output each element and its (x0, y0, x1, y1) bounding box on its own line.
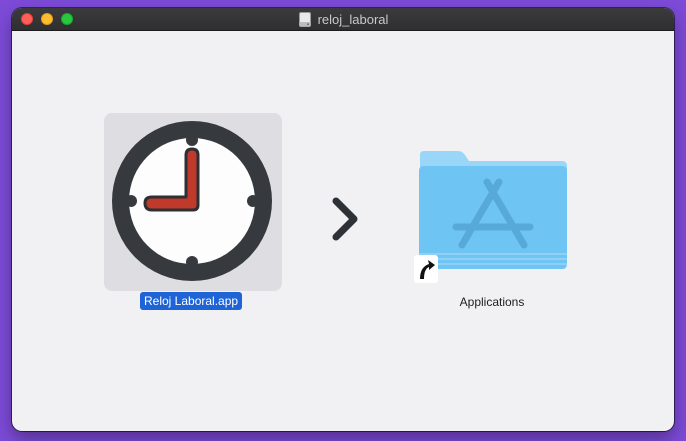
applications-folder-alias[interactable] (412, 139, 574, 283)
alias-arrow-icon (414, 255, 438, 283)
clock-icon (112, 121, 272, 281)
app-label[interactable]: Reloj Laboral.app (140, 292, 243, 310)
applications-label[interactable]: Applications (432, 293, 552, 311)
window-title: reloj_laboral (12, 8, 674, 31)
window-title-text: reloj_laboral (317, 12, 389, 27)
window-content: Reloj Laboral.app Applications (12, 31, 674, 431)
app-icon-reloj-laboral[interactable] (104, 113, 282, 291)
chevron-right-icon (332, 197, 358, 241)
disk-image-icon (298, 12, 311, 27)
finder-window: reloj_laboral Reloj Laboral.app Applicat… (12, 8, 674, 431)
title-bar[interactable]: reloj_laboral (12, 8, 674, 31)
